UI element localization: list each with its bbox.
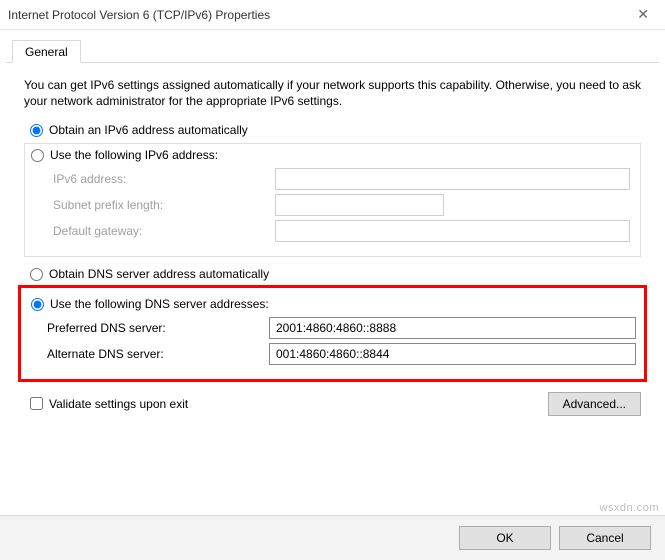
- advanced-button[interactable]: Advanced...: [548, 392, 641, 416]
- checkbox-validate[interactable]: [30, 397, 43, 410]
- label-gateway: Default gateway:: [35, 224, 275, 238]
- tab-general[interactable]: General: [12, 40, 81, 63]
- checkbox-validate-label: Validate settings upon exit: [49, 397, 188, 411]
- input-ip-address: [275, 168, 630, 190]
- field-gateway: Default gateway:: [35, 220, 630, 242]
- bottom-row: Validate settings upon exit Advanced...: [24, 392, 641, 416]
- radio-dns-manual-row[interactable]: Use the following DNS server addresses:: [31, 297, 636, 311]
- label-preferred-dns: Preferred DNS server:: [29, 321, 269, 335]
- highlight-dns-manual: Use the following DNS server addresses: …: [18, 285, 647, 382]
- tab-pane-general: You can get IPv6 settings assigned autom…: [0, 63, 665, 424]
- radio-ip-manual-row[interactable]: Use the following IPv6 address:: [31, 148, 630, 162]
- titlebar: Internet Protocol Version 6 (TCP/IPv6) P…: [0, 0, 665, 30]
- field-ip-address: IPv6 address:: [35, 168, 630, 190]
- label-ip-address: IPv6 address:: [35, 172, 275, 186]
- label-alternate-dns: Alternate DNS server:: [29, 347, 269, 361]
- input-prefix: [275, 194, 444, 216]
- label-prefix: Subnet prefix length:: [35, 198, 275, 212]
- group-ip-manual: Use the following IPv6 address: IPv6 add…: [24, 143, 641, 257]
- radio-dns-auto[interactable]: [30, 268, 43, 281]
- radio-ip-manual[interactable]: [31, 149, 44, 162]
- ok-button[interactable]: OK: [459, 526, 551, 550]
- dialog-button-bar: OK Cancel: [0, 515, 665, 560]
- input-gateway: [275, 220, 630, 242]
- radio-dns-auto-row[interactable]: Obtain DNS server address automatically: [30, 267, 641, 281]
- watermark-text: wsxdn.com: [599, 502, 659, 514]
- field-prefix: Subnet prefix length:: [35, 194, 630, 216]
- radio-dns-manual[interactable]: [31, 298, 44, 311]
- radio-ip-auto-label: Obtain an IPv6 address automatically: [49, 123, 248, 137]
- radio-ip-manual-label: Use the following IPv6 address:: [50, 148, 218, 162]
- input-alternate-dns[interactable]: [269, 343, 636, 365]
- radio-dns-auto-label: Obtain DNS server address automatically: [49, 267, 269, 281]
- close-icon[interactable]: ✕: [629, 2, 657, 27]
- radio-ip-auto-row[interactable]: Obtain an IPv6 address automatically: [30, 123, 641, 137]
- description-text: You can get IPv6 settings assigned autom…: [24, 77, 641, 109]
- field-alternate-dns: Alternate DNS server:: [29, 343, 636, 365]
- tab-strip: General: [6, 40, 659, 63]
- input-preferred-dns[interactable]: [269, 317, 636, 339]
- radio-ip-auto[interactable]: [30, 124, 43, 137]
- field-preferred-dns: Preferred DNS server:: [29, 317, 636, 339]
- cancel-button[interactable]: Cancel: [559, 526, 651, 550]
- radio-dns-manual-label: Use the following DNS server addresses:: [50, 297, 269, 311]
- window-title: Internet Protocol Version 6 (TCP/IPv6) P…: [8, 8, 629, 22]
- checkbox-validate-row[interactable]: Validate settings upon exit: [30, 397, 188, 411]
